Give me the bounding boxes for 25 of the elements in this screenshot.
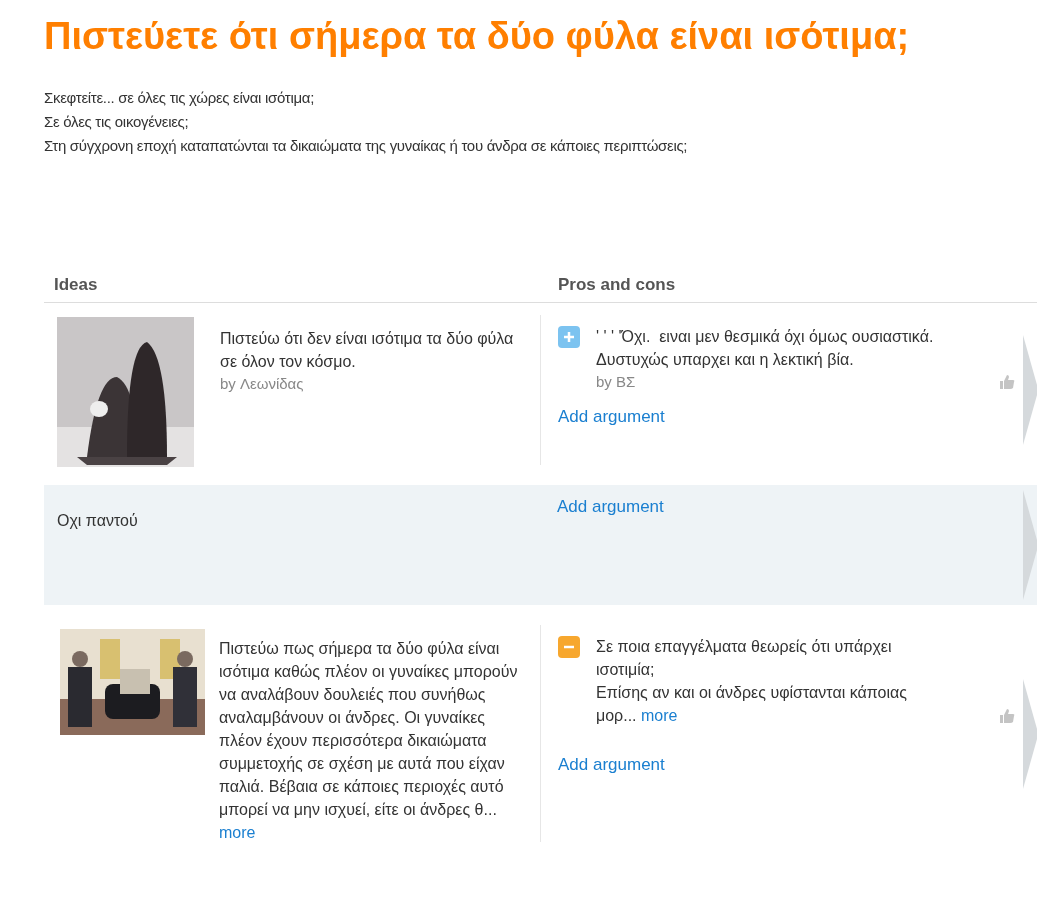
idea-text: Οχι παντού bbox=[57, 511, 139, 531]
intro-text: Σκεφτείτε... σε όλες τις χώρες είναι ισότιμα; bbox=[44, 88, 316, 108]
more-link[interactable]: more bbox=[641, 707, 678, 724]
add-argument-link[interactable]: Add argument bbox=[558, 753, 665, 777]
column-header: Ideas bbox=[53, 275, 99, 295]
next-arrow-icon[interactable] bbox=[1023, 335, 1037, 445]
intro-text: Στη σύγχρονη εποχή καταπατώνται τα δικαιώματα της γυναίκας ή του άνδρα σε κάποιες περιπτώσεις; bbox=[44, 136, 689, 156]
argument-text: ' ' ' 'Όχι. ειναι μεν θεσμικά όχι όμως ουσιαστικά. Δυστυχώς υπαρχει και η λεκτική βία. bbox=[596, 327, 935, 370]
add-argument-link[interactable]: Add argument bbox=[558, 405, 665, 429]
column-header: Pros and cons bbox=[557, 275, 677, 295]
more-link[interactable]: more bbox=[219, 824, 256, 841]
intro-text: Σε όλες τις οικογένειες; bbox=[44, 112, 190, 132]
next-arrow-icon[interactable] bbox=[1023, 678, 1037, 789]
page-title: Πιστεύετε ότι σήμερα τα δύο φύλα είναι ισότιμα; bbox=[44, 14, 911, 59]
next-arrow-icon[interactable] bbox=[1023, 490, 1037, 600]
minus-icon bbox=[558, 636, 580, 658]
author-text: by Λεωνίδας bbox=[220, 374, 305, 394]
plus-icon bbox=[558, 326, 580, 348]
thumbs-up-icon[interactable] bbox=[999, 374, 1015, 389]
add-argument-link[interactable]: Add argument bbox=[557, 495, 664, 519]
author-text: by ΒΣ bbox=[596, 372, 637, 392]
thumbs-up-icon[interactable] bbox=[999, 708, 1015, 723]
idea-text: Πιστεύω ότι δεν είναι ισότιμα τα δύο φύλα σε όλον τον κόσμο. bbox=[220, 329, 515, 372]
argument-text: Σε ποια επαγγέλματα θεωρείς ότι υπάρχει ισοτιμία; Επίσης αν και οι άνδρες υφίστανται κάποιας μορ... more bbox=[596, 637, 908, 726]
idea-text: Πιστεύω πως σήμερα τα δύο φύλα είναι ισότιμα καθώς πλέον οι γυναίκες μπορούν να αναλάβουν δουλειές που συνήθως αναλαμβάνουν οι άνδρες. Οι γυναίκες πλέον έχουν περισσότερα δικαιώματα συμμετοχής σε σχέση με αυτά που είχαν παλιά. Βέβαια σε κάποιες περιοχές αυτό μπορεί να μην ισχυεί, είτε οι άνδρες θ... more bbox=[219, 639, 519, 843]
